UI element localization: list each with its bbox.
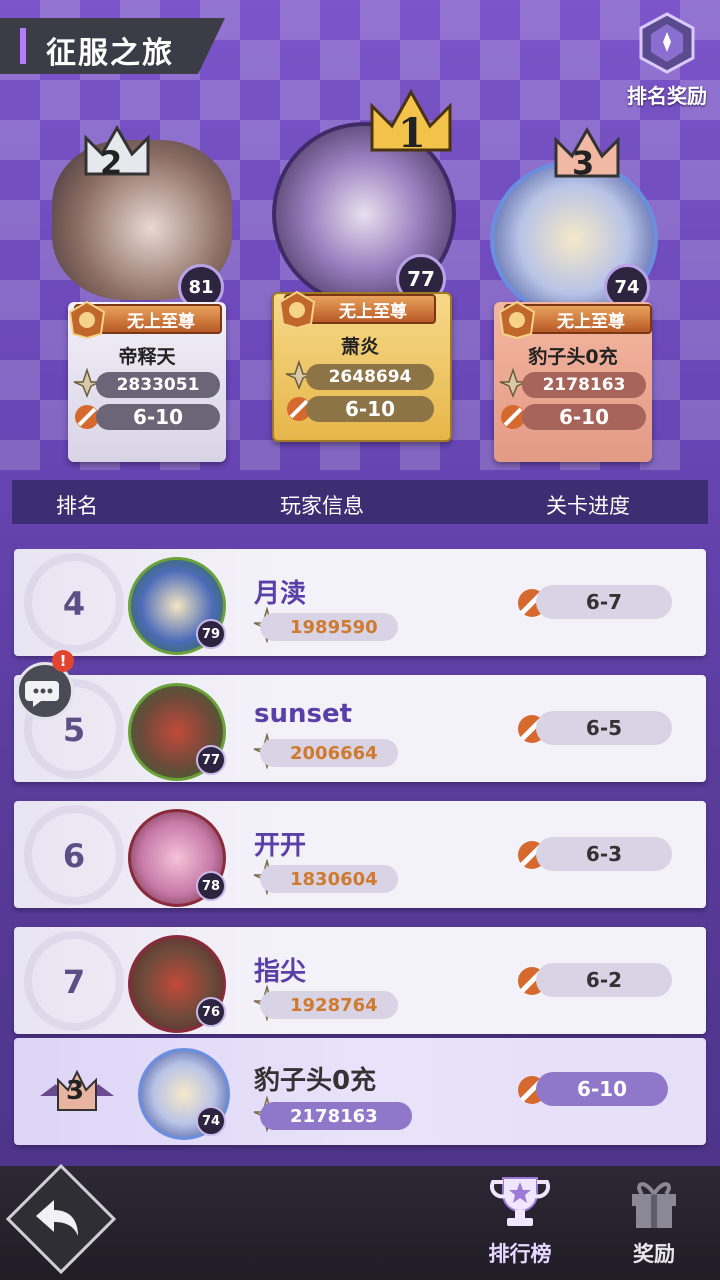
player-level: 74 — [196, 1106, 226, 1136]
honor-title: 无上至尊 — [278, 290, 436, 330]
my-ranking-row[interactable]: 3 74 豹子头0充 2178163 6-10 — [14, 1038, 706, 1145]
my-rank-number: 3 — [66, 1076, 85, 1106]
podium-power: 2833051 — [96, 372, 220, 398]
rank-reward-label: 排名奖励 — [627, 84, 707, 108]
podium-first[interactable]: 1 77 无上至尊 萧炎 2648694 6-10 — [262, 88, 458, 442]
stage-progress: 6-10 — [536, 1072, 668, 1106]
honor-emblem-icon — [498, 300, 536, 340]
player-name: sunset — [254, 699, 353, 729]
podium-stage: 6-10 — [306, 396, 434, 422]
chat-alert-badge: ! — [52, 650, 74, 672]
player-name: 豹子头0充 — [254, 1066, 377, 1096]
podium-name: 萧炎 — [340, 336, 379, 358]
honor-title-text: 无上至尊 — [339, 301, 407, 322]
player-name: 指尖 — [254, 957, 307, 987]
podium-stage: 6-10 — [522, 404, 646, 430]
stage-progress: 6-5 — [536, 711, 672, 745]
title-accent — [20, 28, 26, 64]
column-player: 玩家信息 — [280, 494, 364, 518]
podium-stage: 6-10 — [96, 404, 220, 430]
podium-name: 帝释天 — [118, 346, 176, 368]
player-power: 1830604 — [260, 865, 398, 893]
player-name: 月渎 — [254, 579, 307, 609]
podium-place: 2 — [100, 144, 123, 182]
podium-place: 1 — [398, 110, 426, 157]
trophy-icon — [489, 1177, 551, 1226]
column-rank: 排名 — [56, 494, 98, 518]
player-name: 开开 — [254, 831, 307, 861]
podium-name: 豹子头0充 — [528, 346, 618, 368]
rank-number: 4 — [62, 585, 86, 623]
ranking-row[interactable]: 4 79 月渎 1989590 6-7 — [14, 549, 706, 656]
honor-title: 无上至尊 — [498, 300, 652, 340]
ranking-row[interactable]: 7 76 指尖 1928764 6-2 — [14, 927, 706, 1034]
page-title: 征服之旅 — [46, 36, 174, 71]
player-power: 2178163 — [260, 1102, 412, 1130]
gift-icon — [632, 1182, 676, 1228]
stage-progress: 6-3 — [536, 837, 672, 871]
podium-third[interactable]: 3 74 无上至尊 豹子头0充 2178163 6-10 — [488, 126, 658, 470]
column-progress: 关卡进度 — [546, 494, 630, 518]
ranking-row[interactable]: 5 77 sunset 2006664 6-5 — [14, 675, 706, 782]
player-level: 77 — [196, 745, 226, 775]
player-power: 1989590 — [260, 613, 398, 641]
podium-power: 2648694 — [306, 364, 434, 390]
stage-progress: 6-7 — [536, 585, 672, 619]
rank-number: 7 — [62, 963, 86, 1001]
player-level: 78 — [196, 871, 226, 901]
back-arrow-icon — [36, 1200, 78, 1236]
ranking-column-header: 排名 玩家信息 关卡进度 — [12, 480, 708, 524]
player-level: 79 — [196, 619, 226, 649]
tab-leaderboard[interactable]: 排行榜 — [470, 1172, 570, 1268]
player-power: 1928764 — [260, 991, 398, 1019]
podium-place: 3 — [572, 144, 595, 182]
reward-chest-icon — [639, 12, 695, 74]
tab-rewards-label: 奖励 — [633, 1242, 675, 1266]
tab-leaderboard-label: 排行榜 — [488, 1242, 552, 1266]
player-level: 76 — [196, 997, 226, 1027]
rank-reward-button[interactable]: 排名奖励 — [618, 12, 716, 112]
honor-title-text: 无上至尊 — [127, 311, 195, 332]
podium-power: 2178163 — [522, 372, 646, 398]
player-power: 2006664 — [260, 739, 398, 767]
honor-title: 无上至尊 — [68, 300, 222, 340]
tab-rewards[interactable]: 奖励 — [604, 1172, 704, 1268]
rank-number: 6 — [62, 837, 86, 875]
stage-progress: 6-2 — [536, 963, 672, 997]
podium-second[interactable]: 2 81 无上至尊 帝释天 2833051 6-10 — [52, 124, 232, 470]
honor-emblem-icon — [278, 290, 316, 330]
chat-bubble-icon — [25, 681, 59, 707]
honor-emblem-icon — [68, 300, 106, 340]
ranking-row[interactable]: 6 78 开开 1830604 6-3 — [14, 801, 706, 908]
honor-title-text: 无上至尊 — [557, 311, 625, 332]
